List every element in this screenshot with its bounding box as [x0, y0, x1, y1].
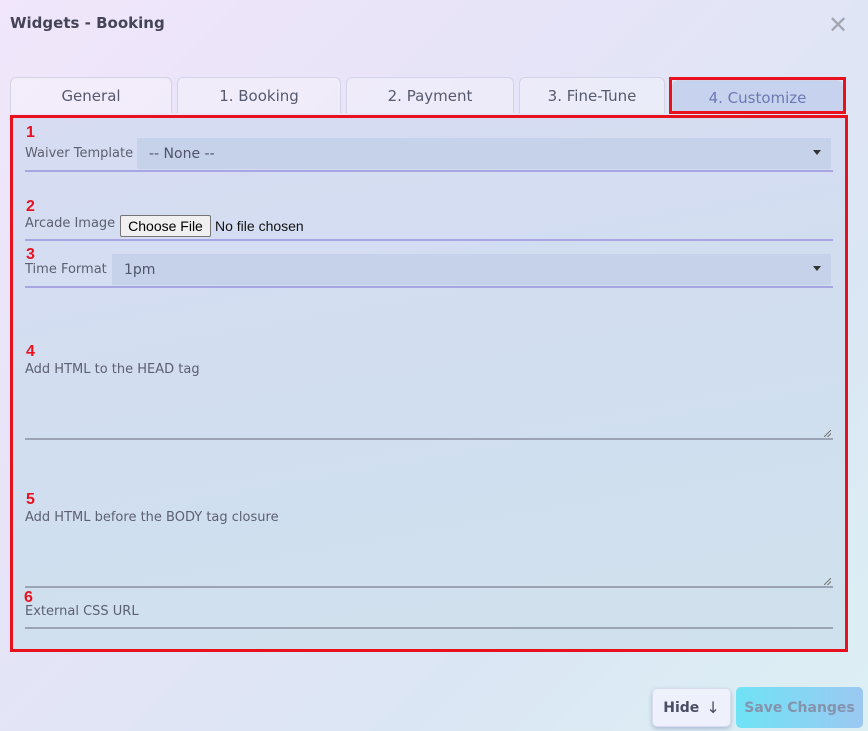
- time-format-underline: [25, 286, 833, 288]
- annotation-number-1: 1: [26, 124, 35, 141]
- save-changes-button[interactable]: Save Changes: [736, 687, 863, 728]
- annotation-number-2: 2: [26, 198, 35, 215]
- file-status-text: No file chosen: [215, 218, 304, 234]
- chevron-down-icon: [813, 150, 821, 155]
- body-html-label: Add HTML before the BODY tag closure: [25, 510, 279, 525]
- waiver-template-value: -- None --: [149, 145, 215, 162]
- close-icon[interactable]: ✕: [828, 13, 848, 37]
- waiver-template-underline: [25, 170, 833, 172]
- annotation-number-4: 4: [26, 343, 35, 360]
- resize-grip-icon[interactable]: [824, 430, 831, 437]
- hide-label: Hide: [663, 699, 700, 716]
- head-html-underline: [25, 438, 833, 440]
- tab-general[interactable]: General: [10, 77, 172, 113]
- arcade-image-underline: [25, 239, 833, 241]
- hide-button[interactable]: Hide ↓: [652, 688, 731, 727]
- waiver-template-select[interactable]: -- None --: [137, 138, 831, 169]
- time-format-select[interactable]: 1pm: [112, 254, 831, 285]
- head-html-textarea[interactable]: [25, 380, 833, 439]
- time-format-value: 1pm: [124, 261, 156, 278]
- modal-title: Widgets - Booking: [10, 14, 165, 32]
- external-css-input[interactable]: [25, 604, 833, 627]
- arrow-down-icon: ↓: [706, 698, 720, 717]
- body-html-underline: [25, 586, 833, 588]
- tab-customize[interactable]: 4. Customize: [672, 80, 843, 114]
- time-format-label: Time Format: [25, 262, 107, 277]
- arcade-image-label: Arcade Image: [25, 216, 116, 231]
- waiver-template-label: Waiver Template: [25, 146, 134, 161]
- external-css-underline: [25, 627, 833, 629]
- body-html-textarea[interactable]: [25, 528, 833, 587]
- resize-grip-icon[interactable]: [824, 578, 831, 585]
- tab-fine-tune[interactable]: 3. Fine-Tune: [519, 77, 665, 113]
- tab-payment[interactable]: 2. Payment: [346, 77, 514, 113]
- choose-file-button[interactable]: Choose File: [120, 215, 211, 237]
- chevron-down-icon: [813, 266, 821, 271]
- annotation-number-5: 5: [26, 491, 35, 508]
- tab-booking[interactable]: 1. Booking: [177, 77, 341, 113]
- head-html-label: Add HTML to the HEAD tag: [25, 362, 200, 377]
